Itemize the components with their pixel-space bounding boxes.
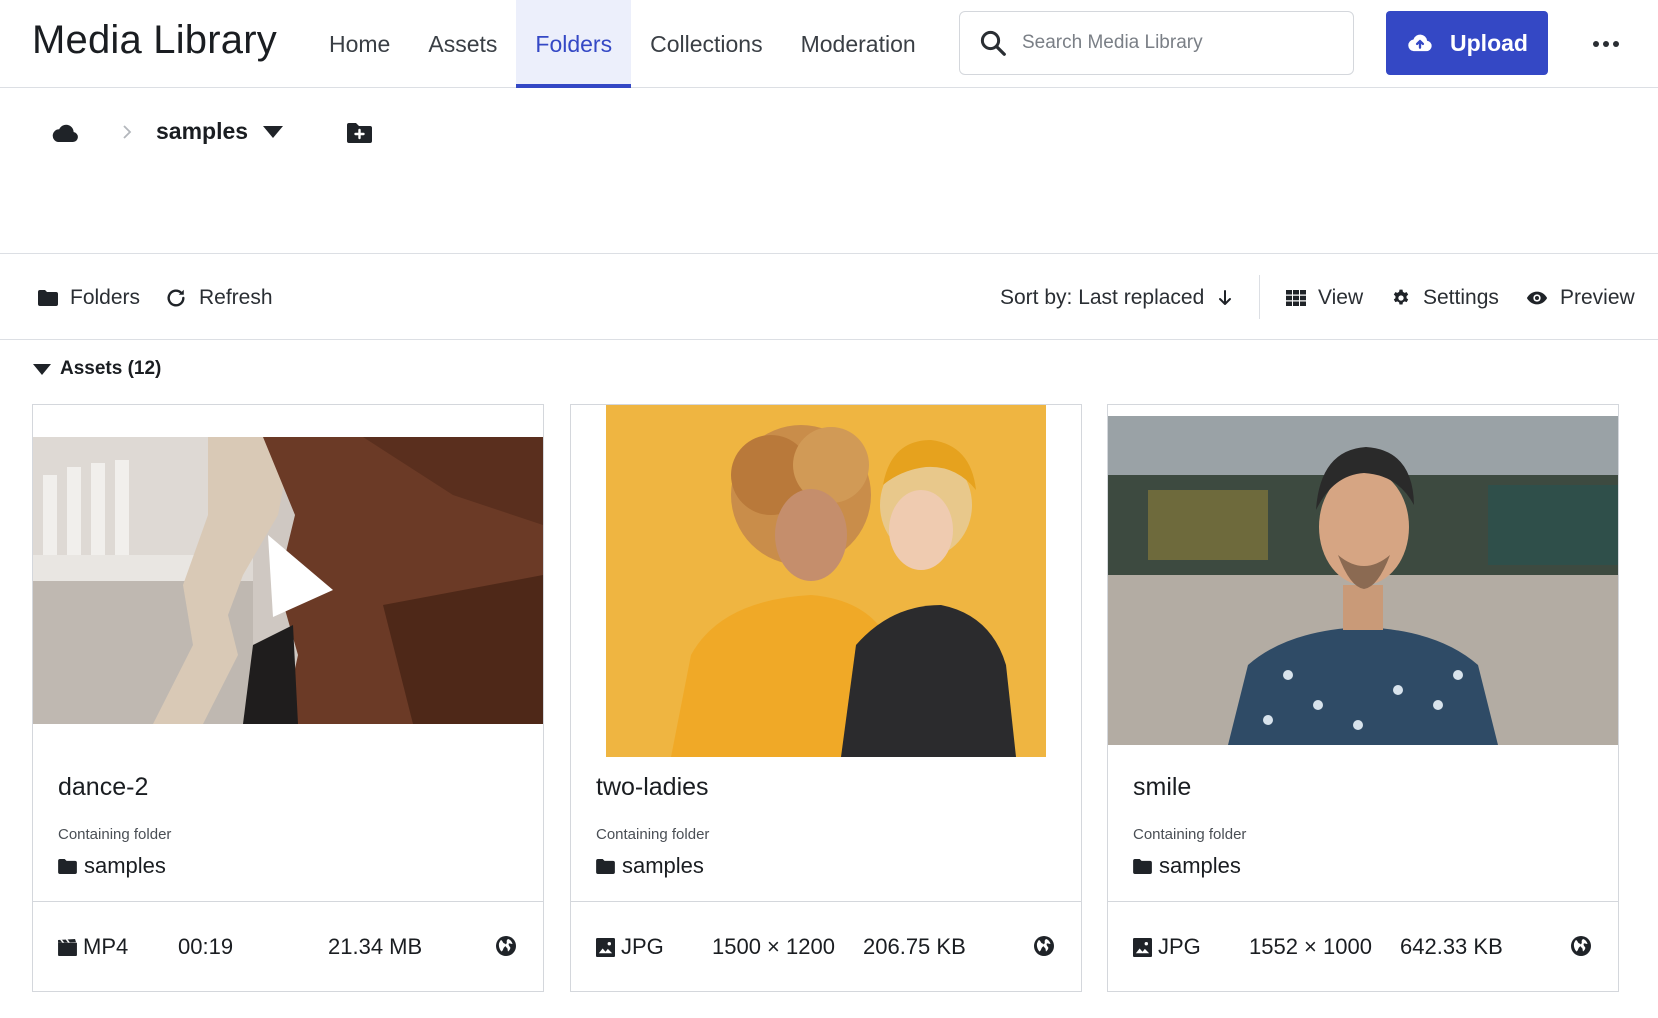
image-icon [596, 937, 615, 957]
sort-dropdown[interactable]: Sort by: Last replaced [1000, 255, 1232, 340]
nav-moderation[interactable]: Moderation [782, 0, 935, 88]
asset-file-size: 206.75 KB [863, 934, 966, 959]
nav-assets[interactable]: Assets [409, 0, 516, 88]
settings-button[interactable]: Settings [1391, 255, 1499, 340]
containing-folder-link[interactable]: samples [58, 853, 166, 879]
toolbar-divider [1259, 275, 1260, 319]
breadcrumb: samples [0, 88, 1658, 254]
photo-thumbnail-image [1108, 405, 1618, 757]
nav-home[interactable]: Home [310, 0, 409, 88]
asset-format-label: JPG [1158, 934, 1201, 959]
globe-icon [1571, 936, 1591, 956]
assets-toolbar: Folders Refresh Sort by: Last replaced V… [0, 255, 1658, 340]
nav-collections[interactable]: Collections [631, 0, 782, 88]
top-navigation-bar: Media Library Home Assets Folders Collec… [0, 0, 1658, 88]
app-title: Media Library [32, 18, 277, 62]
globe-icon [496, 936, 516, 956]
folder-icon [596, 858, 615, 874]
main-nav: Home Assets Folders Collections Moderati… [310, 0, 935, 88]
asset-meta-footer: JPG 1552 × 1000 642.33 KB [1108, 901, 1618, 991]
image-icon [1133, 937, 1152, 957]
asset-format-label: MP4 [83, 934, 129, 959]
asset-card[interactable]: dance-2 Containing folder samples MP4 00… [32, 404, 544, 992]
chevron-right-icon [122, 120, 132, 146]
current-folder-label: samples [156, 118, 249, 144]
containing-folder-link[interactable]: samples [1133, 853, 1241, 879]
current-folder-dropdown[interactable]: samples [156, 118, 284, 145]
nav-folders[interactable]: Folders [516, 0, 632, 88]
asset-dimensions: 1552 × 1000 [1249, 934, 1372, 959]
containing-folder-name: samples [1159, 853, 1241, 878]
asset-duration: 00:19 [178, 934, 234, 959]
asset-meta-footer: MP4 00:19 21.34 MB [33, 901, 543, 991]
folder-plus-icon [346, 123, 372, 143]
cloud-upload-icon [1408, 34, 1432, 52]
asset-file-size: 642.33 KB [1400, 934, 1503, 959]
new-folder-button[interactable] [344, 118, 374, 148]
refresh-button[interactable]: Refresh [165, 255, 273, 340]
upload-label: Upload [1450, 29, 1528, 56]
folder-icon [58, 858, 77, 874]
folder-icon [38, 289, 58, 306]
asset-card[interactable]: two-ladies Containing folder samples JPG… [570, 404, 1082, 992]
asset-file-size: 21.34 MB [328, 934, 423, 959]
refresh-icon [167, 289, 185, 307]
video-thumbnail-image [33, 405, 543, 757]
containing-folder-link[interactable]: samples [596, 853, 704, 879]
containing-folder-name: samples [84, 853, 166, 878]
asset-format: JPG [1133, 934, 1201, 960]
arrow-down-icon [1219, 289, 1232, 305]
asset-thumbnail [33, 405, 543, 757]
asset-format-label: JPG [621, 934, 664, 959]
asset-card[interactable]: smile Containing folder samples JPG 1552… [1107, 404, 1619, 992]
video-icon [58, 938, 77, 956]
asset-dimensions: 1500 × 1200 [712, 934, 835, 959]
search-input[interactable] [1022, 32, 1342, 54]
caret-down-icon [33, 364, 51, 375]
globe-icon [1034, 936, 1054, 956]
asset-thumbnail [1108, 405, 1618, 757]
view-label: View [1318, 285, 1364, 309]
assets-section-toggle[interactable]: Assets (12) [32, 358, 161, 380]
assets-heading: Assets (12) [60, 358, 162, 379]
refresh-label: Refresh [199, 285, 273, 309]
asset-format: JPG [596, 934, 664, 960]
containing-folder-name: samples [622, 853, 704, 878]
folder-icon [1133, 858, 1152, 874]
asset-meta-footer: JPG 1500 × 1200 206.75 KB [571, 901, 1081, 991]
preview-label: Preview [1560, 285, 1635, 309]
eye-icon [1526, 291, 1548, 304]
asset-format: MP4 [58, 934, 128, 960]
upload-button[interactable]: Upload [1386, 11, 1548, 75]
root-folder-button[interactable] [48, 118, 82, 148]
gear-icon [1393, 289, 1409, 304]
asset-name: dance-2 [58, 773, 149, 801]
search-box [959, 11, 1354, 75]
preview-button[interactable]: Preview [1526, 255, 1635, 340]
asset-name: smile [1133, 773, 1192, 801]
containing-folder-caption: Containing folder [58, 826, 172, 843]
caret-down-icon [263, 125, 284, 138]
more-options-button[interactable] [1588, 26, 1624, 62]
folders-toggle-label: Folders [70, 285, 141, 309]
photo-thumbnail-image [571, 405, 1081, 757]
sort-label: Sort by: Last replaced [1000, 285, 1205, 309]
grid-view-icon [1286, 289, 1306, 306]
asset-thumbnail [571, 405, 1081, 757]
containing-folder-caption: Containing folder [596, 826, 710, 843]
view-button[interactable]: View [1286, 255, 1363, 340]
containing-folder-caption: Containing folder [1133, 826, 1247, 843]
settings-label: Settings [1423, 285, 1499, 309]
asset-name: two-ladies [596, 773, 709, 801]
folders-toggle-button[interactable]: Folders [38, 255, 140, 340]
search-icon [980, 30, 1006, 56]
cloud-icon [52, 124, 78, 142]
ellipsis-icon [1593, 41, 1619, 47]
